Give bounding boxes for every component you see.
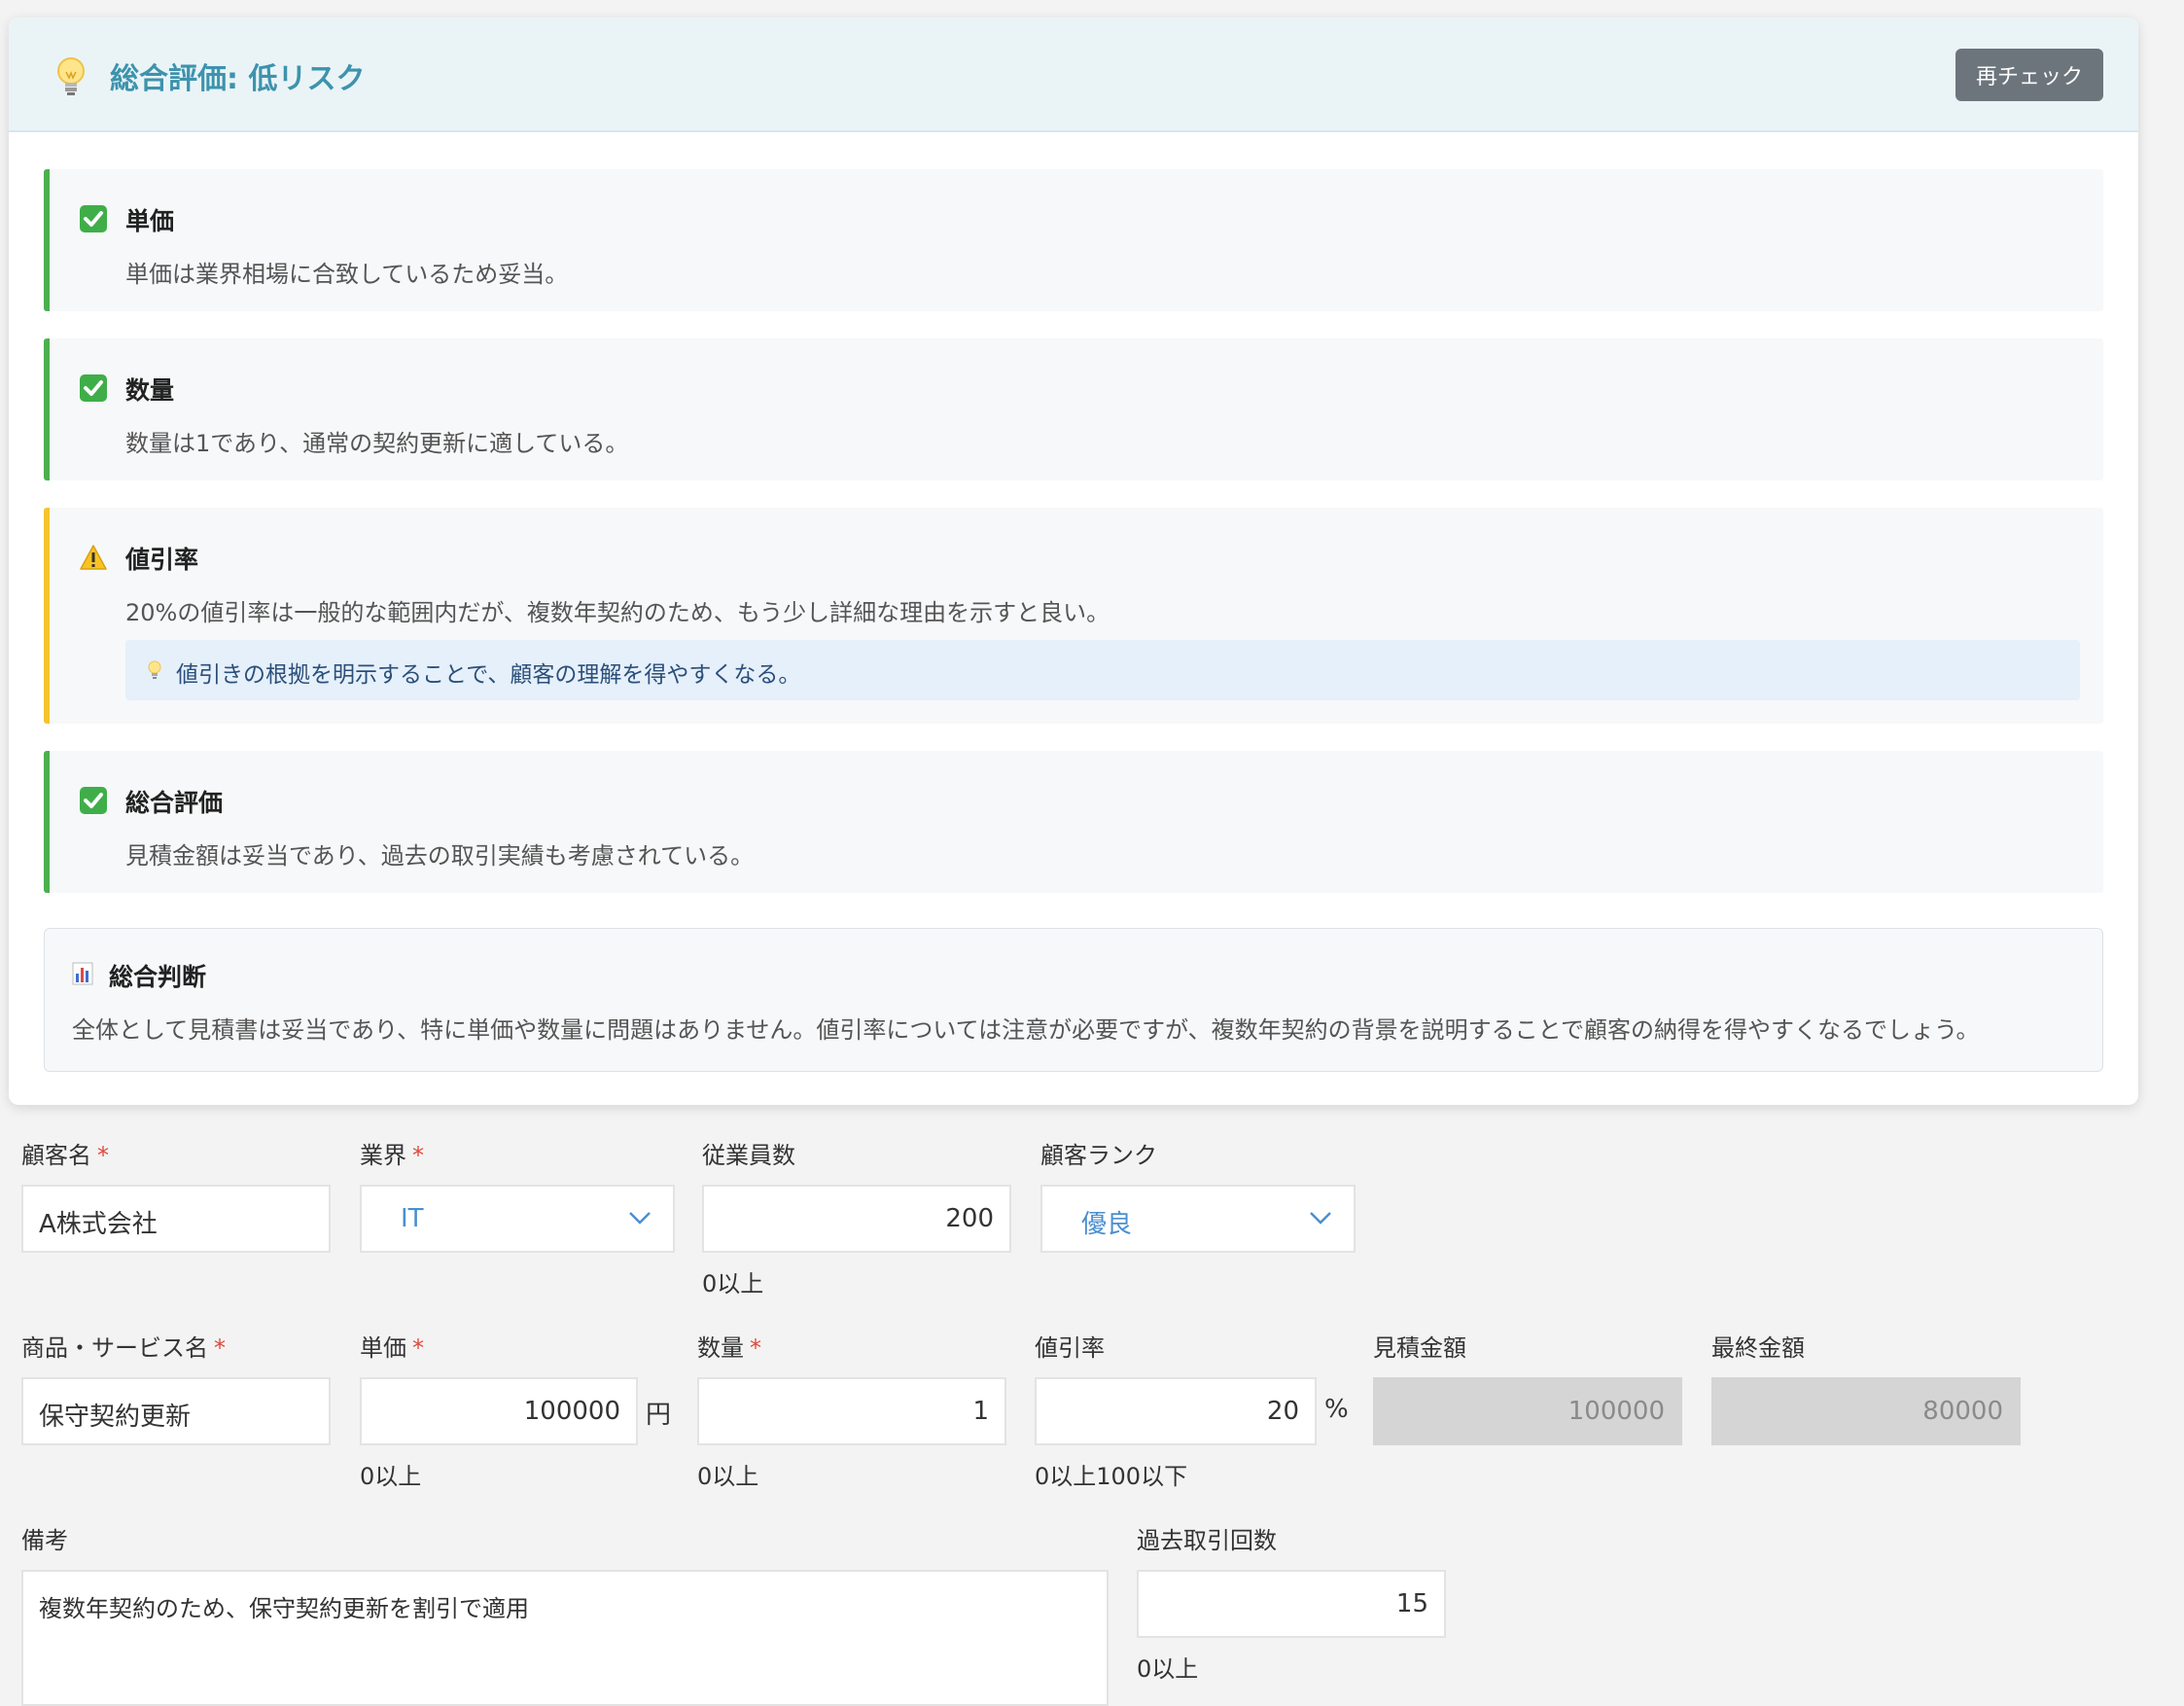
employees-helper: 0以上 bbox=[702, 1270, 764, 1297]
item-description: 見積金額は妥当であり、過去の取引実績も考慮されている。 bbox=[125, 842, 755, 870]
required-mark: * bbox=[750, 1334, 761, 1362]
unit-price-input[interactable]: 100000 bbox=[360, 1377, 638, 1445]
estimate-amount-label: 見積金額 bbox=[1373, 1334, 1466, 1362]
required-mark: * bbox=[214, 1334, 226, 1362]
quantity-input[interactable]: 1 bbox=[697, 1377, 1006, 1445]
remarks-textarea[interactable]: 複数年契約のため、保守契約更新を割引で適用 bbox=[21, 1570, 1109, 1706]
chevron-down-icon bbox=[1310, 1212, 1331, 1225]
remarks-label: 備考 bbox=[21, 1527, 68, 1554]
employees-input[interactable]: 200 bbox=[702, 1185, 1011, 1253]
item-description: 数量は1であり、通常の契約更新に適している。 bbox=[125, 430, 629, 457]
lightbulb-icon bbox=[57, 57, 85, 95]
customer-rank-select[interactable]: 優良 bbox=[1040, 1185, 1356, 1253]
discount-rate-label: 値引率 bbox=[1035, 1334, 1105, 1362]
item-hint: 値引きの根拠を明示することで、顧客の理解を得やすくなる。 bbox=[125, 640, 2080, 700]
customer-rank-label: 顧客ランク bbox=[1040, 1142, 1157, 1169]
unit-price-helper: 0以上 bbox=[360, 1463, 422, 1490]
discount-rate-helper: 0以上100以下 bbox=[1035, 1463, 1188, 1490]
check-box-icon bbox=[80, 205, 107, 232]
evaluation-header: 総合評価: 低リスク 再チェック bbox=[9, 18, 2138, 132]
summary-title: 総合判断 bbox=[109, 963, 207, 991]
product-input[interactable]: 保守契約更新 bbox=[21, 1377, 331, 1445]
lightbulb-icon bbox=[148, 660, 161, 679]
hint-text: 値引きの根拠を明示することで、顧客の理解を得やすくなる。 bbox=[176, 662, 801, 688]
recheck-button[interactable]: 再チェック bbox=[1955, 49, 2103, 101]
industry-label: 業界 * bbox=[360, 1142, 424, 1169]
product-label: 商品・サービス名 * bbox=[21, 1334, 226, 1362]
bar-chart-icon bbox=[72, 962, 93, 985]
estimate-amount-field: 100000 bbox=[1373, 1377, 1682, 1445]
item-title: 総合評価 bbox=[125, 789, 224, 817]
discount-rate-input[interactable]: 20 bbox=[1035, 1377, 1317, 1445]
quantity-helper: 0以上 bbox=[697, 1463, 759, 1490]
chevron-down-icon bbox=[629, 1212, 651, 1225]
item-title: 数量 bbox=[125, 376, 175, 405]
check-box-icon bbox=[80, 787, 107, 814]
check-box-icon bbox=[80, 374, 107, 402]
evaluation-item-overall: 総合評価 見積金額は妥当であり、過去の取引実績も考慮されている。 bbox=[44, 751, 2103, 893]
evaluation-item-discount-rate: 値引率 20%の値引率は一般的な範囲内だが、複数年契約のため、もう少し詳細な理由… bbox=[44, 508, 2103, 724]
required-mark: * bbox=[97, 1142, 109, 1169]
customer-name-input[interactable]: A株式会社 bbox=[21, 1185, 331, 1253]
item-title: 値引率 bbox=[125, 546, 199, 574]
warning-icon bbox=[80, 545, 107, 570]
item-description: 単価は業界相場に合致しているため妥当。 bbox=[125, 261, 569, 288]
evaluation-title: 総合評価: 低リスク bbox=[110, 62, 366, 96]
final-amount-field: 80000 bbox=[1711, 1377, 2021, 1445]
employees-label: 従業員数 bbox=[702, 1142, 795, 1169]
item-description: 20%の値引率は一般的な範囲内だが、複数年契約のため、もう少し詳細な理由を示すと… bbox=[125, 599, 1110, 626]
unit-price-unit: 円 bbox=[646, 1401, 672, 1430]
customer-name-label: 顧客名 * bbox=[21, 1142, 109, 1169]
evaluation-item-unit-price: 単価 単価は業界相場に合致しているため妥当。 bbox=[44, 169, 2103, 311]
past-transactions-helper: 0以上 bbox=[1137, 1655, 1199, 1683]
required-mark: * bbox=[412, 1334, 424, 1362]
summary-panel: 総合判断 全体として見積書は妥当であり、特に単価や数量に問題はありません。値引率… bbox=[44, 928, 2103, 1072]
past-transactions-input[interactable]: 15 bbox=[1137, 1570, 1446, 1638]
discount-rate-unit: % bbox=[1324, 1395, 1349, 1424]
industry-select[interactable]: IT bbox=[360, 1185, 675, 1253]
unit-price-label: 単価 * bbox=[360, 1334, 424, 1362]
evaluation-card: 総合評価: 低リスク 再チェック 単価 単価は業界相場に合致しているため妥当。 … bbox=[9, 18, 2138, 1105]
final-amount-label: 最終金額 bbox=[1711, 1334, 1805, 1362]
required-mark: * bbox=[412, 1142, 424, 1169]
evaluation-item-quantity: 数量 数量は1であり、通常の契約更新に適している。 bbox=[44, 338, 2103, 480]
quantity-label: 数量 * bbox=[697, 1334, 761, 1362]
item-title: 単価 bbox=[125, 207, 175, 235]
past-transactions-label: 過去取引回数 bbox=[1137, 1527, 1277, 1554]
summary-body: 全体として見積書は妥当であり、特に単価や数量に問題はありません。値引率については… bbox=[72, 1016, 1980, 1044]
